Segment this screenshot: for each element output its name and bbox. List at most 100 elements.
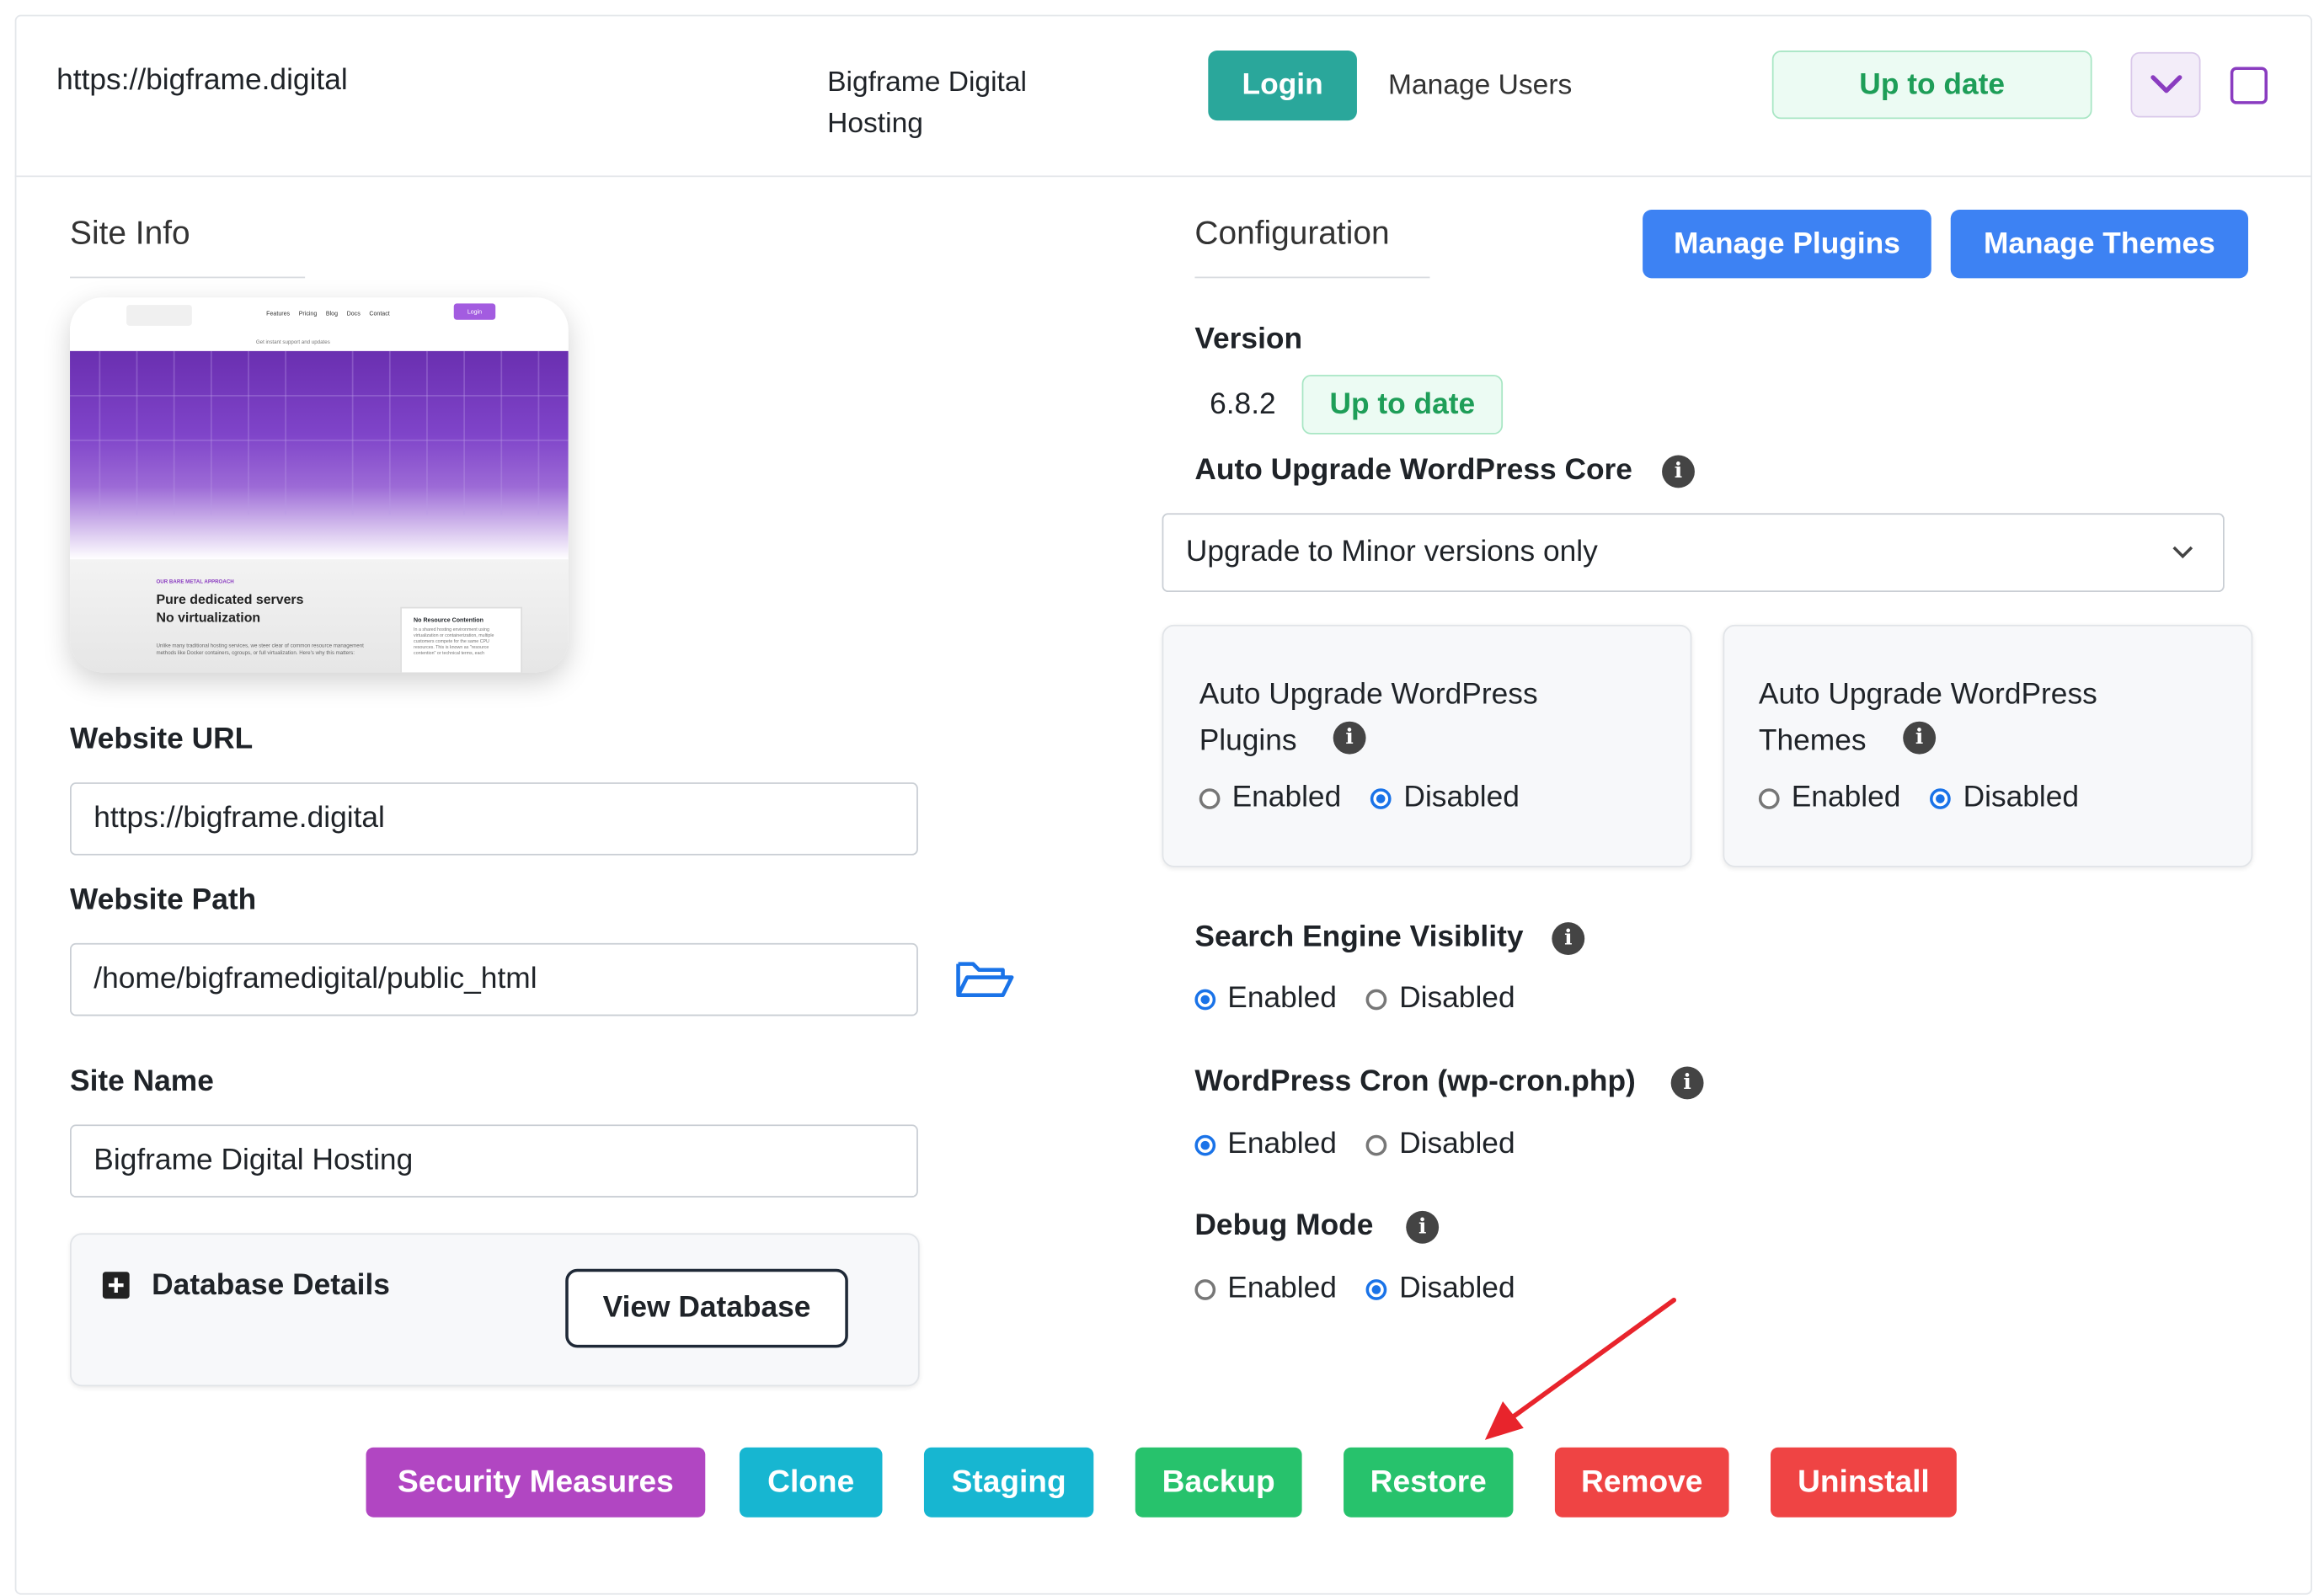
version-label: Version (1194, 323, 1303, 356)
plugins-enabled-option[interactable]: Enabled (1199, 781, 1341, 815)
cron-disabled-option[interactable]: Disabled (1366, 1128, 1515, 1162)
cron-enabled-option[interactable]: Enabled (1194, 1128, 1337, 1162)
website-path-field[interactable]: /home/bigframedigital/public_html (70, 942, 918, 1016)
auto-core-select[interactable]: Upgrade to Minor versions only (1162, 513, 2225, 593)
version-value: 6.8.2 (1210, 388, 1276, 421)
plugins-title-line2: Plugins (1199, 724, 1297, 758)
remove-button[interactable]: Remove (1554, 1447, 1729, 1518)
search-engine-enabled-label: Enabled (1227, 981, 1337, 1015)
database-details-label[interactable]: Database Details (152, 1269, 390, 1304)
auto-core-selected-value: Upgrade to Minor versions only (1185, 535, 1598, 568)
themes-disabled-radio[interactable] (1930, 787, 1952, 809)
themes-enabled-option[interactable]: Enabled (1758, 781, 1901, 815)
preview-headline-line2: No virtualization (156, 610, 261, 625)
plugins-disabled-radio[interactable] (1370, 787, 1392, 809)
debug-enabled-option[interactable]: Enabled (1194, 1272, 1337, 1306)
cron-radio-group: Enabled Disabled (1194, 1128, 1545, 1162)
themes-enabled-label: Enabled (1791, 781, 1901, 814)
expand-button[interactable] (2130, 51, 2201, 118)
chevron-down-icon (2150, 75, 2182, 93)
info-icon[interactable]: i (1903, 721, 1937, 755)
themes-enabled-radio[interactable] (1758, 787, 1780, 809)
search-engine-enabled-radio[interactable] (1194, 988, 1216, 1010)
clone-button[interactable]: Clone (739, 1447, 883, 1518)
preview-hero-image (70, 350, 569, 560)
restore-button[interactable]: Restore (1344, 1447, 1514, 1518)
site-name-label: Site Name (70, 1064, 214, 1098)
search-engine-enabled-option[interactable]: Enabled (1194, 982, 1337, 1016)
server-rack-image-icon (70, 350, 569, 515)
preview-side-card-title: No Resource Contention (414, 616, 483, 624)
view-database-button[interactable]: View Database (565, 1268, 848, 1348)
search-engine-disabled-radio[interactable] (1366, 988, 1388, 1010)
preview-tagline: Get instant support and updates (255, 339, 330, 345)
debug-disabled-radio[interactable] (1366, 1278, 1388, 1299)
staging-button[interactable]: Staging (923, 1447, 1094, 1518)
site-title: Bigframe Digital Hosting (827, 62, 1027, 146)
website-url-field[interactable]: https://bigframe.digital (70, 782, 918, 856)
folder-open-icon (956, 962, 1014, 998)
site-url-text[interactable]: https://bigframe.digital (56, 64, 348, 99)
debug-enabled-label: Enabled (1227, 1272, 1337, 1305)
search-engine-label: Search Engine Visiblity (1194, 920, 1524, 954)
site-title-line1: Bigframe Digital (827, 67, 1028, 99)
folder-browse-button[interactable] (955, 958, 1015, 1007)
preview-body-text: Unlike many traditional hosting services… (156, 643, 364, 656)
website-url-label: Website URL (70, 723, 254, 756)
preview-nav-links: Features Pricing Blog Docs Contact (266, 309, 390, 317)
security-measures-button[interactable]: Security Measures (366, 1447, 706, 1518)
preview-nav-item: Docs (346, 309, 361, 317)
preview-nav-item: Pricing (298, 309, 318, 317)
info-icon[interactable]: i (1662, 455, 1695, 488)
auto-core-label: Auto Upgrade WordPress Core (1194, 453, 1632, 487)
debug-label: Debug Mode (1194, 1209, 1374, 1242)
info-icon[interactable]: i (1333, 721, 1366, 755)
preview-side-card-text: In a shared hosting environment using vi… (414, 626, 494, 656)
website-path-label: Website Path (70, 883, 257, 917)
login-button[interactable]: Login (1208, 51, 1357, 121)
info-icon[interactable]: i (1406, 1210, 1440, 1244)
plugins-enabled-radio[interactable] (1199, 787, 1221, 809)
themes-title-line1: Auto Upgrade WordPress (1758, 678, 2097, 712)
plugins-disabled-option[interactable]: Disabled (1370, 781, 1520, 815)
info-icon[interactable]: i (1552, 922, 1585, 956)
manage-plugins-button[interactable]: Manage Plugins (1643, 210, 1931, 279)
search-engine-radio-group: Enabled Disabled (1194, 982, 1545, 1016)
themes-disabled-option[interactable]: Disabled (1930, 781, 2079, 815)
search-engine-disabled-option[interactable]: Disabled (1366, 982, 1515, 1016)
info-icon[interactable]: i (1670, 1066, 1704, 1100)
manage-themes-button[interactable]: Manage Themes (1950, 210, 2249, 279)
chevron-down-icon (2172, 546, 2193, 559)
site-preview-thumbnail[interactable]: Features Pricing Blog Docs Contact Login… (70, 297, 569, 673)
select-checkbox[interactable] (2230, 67, 2268, 104)
preview-kicker: OUR BARE METAL APPROACH (156, 579, 234, 585)
preview-navbar: Features Pricing Blog Docs Contact Login… (70, 297, 569, 351)
update-status-badge: Up to date (1771, 51, 2092, 120)
search-engine-disabled-label: Disabled (1399, 981, 1515, 1015)
plugins-disabled-label: Disabled (1403, 781, 1520, 814)
auto-upgrade-plugins-title: Auto Upgrade WordPress Plugins (1199, 672, 1538, 765)
preview-nav-item: Features (266, 309, 291, 317)
debug-enabled-radio[interactable] (1194, 1278, 1216, 1299)
preview-logo (126, 305, 192, 326)
cron-label: WordPress Cron (wp-cron.php) (1194, 1064, 1636, 1098)
preview-nav-item: Contact (369, 309, 390, 317)
uninstall-button[interactable]: Uninstall (1771, 1447, 1957, 1518)
themes-radio-group: Enabled Disabled (1758, 781, 2109, 815)
expand-database-toggle[interactable] (102, 1272, 130, 1299)
preview-login-button: Login (453, 303, 496, 320)
themes-title-line2: Themes (1758, 724, 1867, 758)
preview-side-card: No Resource Contention In a shared hosti… (400, 606, 523, 673)
version-status-badge: Up to date (1301, 375, 1504, 435)
cron-disabled-radio[interactable] (1366, 1134, 1388, 1155)
annotation-arrow-icon (1484, 1298, 1677, 1440)
preview-headline: Pure dedicated servers No virtualization (156, 590, 303, 626)
plugins-title-line1: Auto Upgrade WordPress (1199, 678, 1538, 712)
site-name-field[interactable]: Bigframe Digital Hosting (70, 1124, 918, 1198)
manage-users-link[interactable]: Manage Users (1388, 70, 1572, 103)
cron-enabled-radio[interactable] (1194, 1134, 1216, 1155)
cron-enabled-label: Enabled (1227, 1127, 1337, 1160)
backup-button[interactable]: Backup (1135, 1447, 1302, 1518)
configuration-underline (1194, 276, 1430, 279)
configuration-heading: Configuration (1194, 214, 1390, 252)
